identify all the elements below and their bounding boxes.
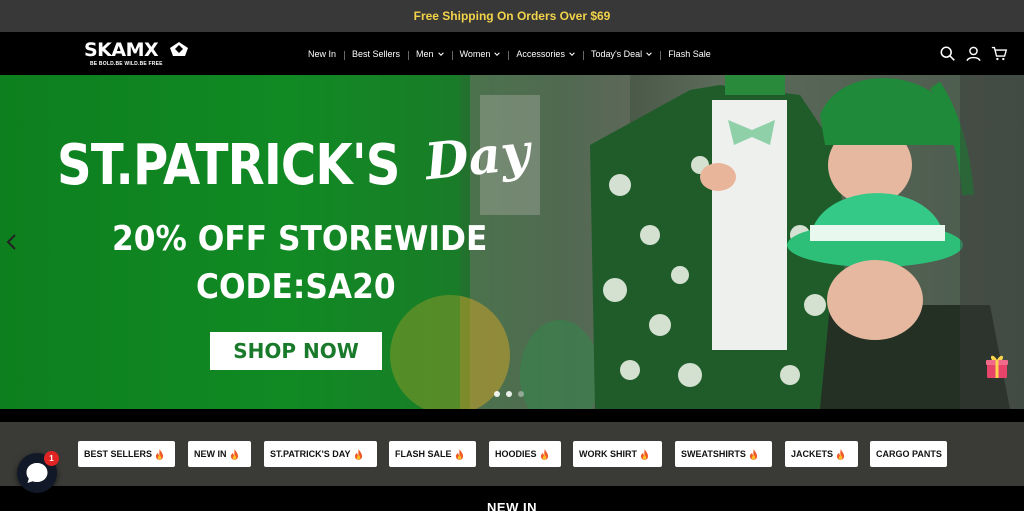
shop-now-button[interactable]: SHOP NOW — [210, 332, 382, 370]
nav-best-sellers[interactable]: Best Sellers — [344, 48, 408, 60]
chevron-left-icon[interactable] — [4, 232, 20, 252]
chip-new-in[interactable]: NEW IN — [188, 441, 251, 467]
carousel-dot[interactable] — [506, 391, 512, 397]
nav-women[interactable]: Women — [451, 48, 509, 60]
chip-best-sellers[interactable]: BEST SELLERS — [78, 441, 175, 467]
nav-label: Flash Sale — [668, 48, 711, 59]
chip-label: NEW IN — [194, 449, 227, 459]
chip-label: FLASH SALE — [395, 449, 452, 459]
chip-hoodies[interactable]: HOODIES — [489, 441, 561, 467]
chevron-down-icon — [569, 51, 575, 56]
logo-emblem-icon — [170, 42, 188, 56]
account-icon[interactable] — [965, 45, 982, 62]
fire-icon — [230, 448, 238, 460]
chip-label: ST.PATRICK'S DAY — [270, 449, 351, 459]
chip-label: SWEATSHIRTS — [681, 449, 746, 459]
chevron-down-icon — [494, 51, 501, 56]
nav-label: Today's Deal — [590, 48, 643, 59]
nav-label: Accessories — [516, 48, 565, 59]
announcement-text: Free Shipping On Orders Over $69 — [413, 9, 611, 23]
gift-icon[interactable] — [985, 353, 1009, 379]
nav-todays-deal[interactable]: Today's Deal — [582, 48, 660, 60]
chip-cargo-pants[interactable]: CARGO PANTS — [870, 441, 947, 467]
carousel-dot[interactable] — [494, 391, 500, 397]
fire-icon — [155, 448, 164, 460]
chip-jackets[interactable]: JACKETS — [785, 441, 858, 467]
nav-flash-sale[interactable]: Flash Sale — [660, 48, 719, 60]
header-actions — [939, 45, 1008, 62]
hero-banner[interactable]: ST.PATRICK'S Day 20% OFF STOREWIDE CODE:… — [0, 75, 1024, 409]
nav-label: New In — [308, 48, 337, 59]
search-icon[interactable] — [939, 45, 956, 62]
chip-sweatshirts[interactable]: SWEATSHIRTS — [675, 441, 772, 467]
fire-icon — [455, 448, 463, 460]
chip-flash-sale[interactable]: FLASH SALE — [389, 441, 476, 467]
hero-title: ST.PATRICK'S — [57, 133, 400, 198]
logo[interactable]: SKAMX BE BOLD.BE WILD.BE FREE — [84, 39, 194, 69]
chip-label: WORK SHIRT — [579, 449, 637, 459]
category-chips-bar: BEST SELLERS NEW IN ST.PATRICK'S DAY FLA… — [0, 422, 1024, 486]
nav-men[interactable]: Men — [408, 48, 452, 60]
nav-label: Best Sellers — [352, 48, 401, 59]
chevron-down-icon — [437, 51, 444, 56]
chip-work-shirt[interactable]: WORK SHIRT — [573, 441, 662, 467]
chevron-down-icon — [646, 51, 652, 56]
carousel-dots — [494, 391, 524, 397]
nav-accessories[interactable]: Accessories — [508, 48, 583, 60]
fire-icon — [640, 448, 649, 460]
chip-label: HOODIES — [495, 449, 537, 459]
carousel-dot[interactable] — [518, 391, 524, 397]
chip-st-patricks-day[interactable]: ST.PATRICK'S DAY — [264, 441, 377, 467]
nav-label: Women — [459, 48, 491, 59]
site-header: SKAMX BE BOLD.BE WILD.BE FREE New In Bes… — [0, 32, 1024, 75]
logo-tagline: BE BOLD.BE WILD.BE FREE — [90, 61, 163, 67]
fire-icon — [749, 448, 757, 460]
fire-icon — [836, 448, 845, 460]
chat-notification-badge: 1 — [44, 451, 59, 466]
chip-label: JACKETS — [791, 449, 834, 459]
fire-icon — [540, 448, 548, 460]
announcement-bar: Free Shipping On Orders Over $69 — [0, 0, 1024, 32]
hero-promo-code: CODE:SA20 — [196, 267, 396, 307]
fire-icon — [354, 448, 362, 460]
chip-label: BEST SELLERS — [84, 449, 153, 459]
section-title: NEW IN — [487, 500, 537, 511]
nav-new-in[interactable]: New In — [300, 49, 344, 59]
chip-label: CARGO PANTS — [876, 449, 942, 459]
logo-wordmark: SKAMX — [84, 39, 159, 61]
main-nav: New In Best Sellers Men Women Accessorie… — [300, 32, 719, 75]
hero-title-script: Day — [422, 121, 533, 192]
nav-label: Men — [416, 48, 434, 59]
hero-offer: 20% OFF STOREWIDE — [112, 219, 488, 259]
cart-icon[interactable] — [991, 45, 1008, 62]
